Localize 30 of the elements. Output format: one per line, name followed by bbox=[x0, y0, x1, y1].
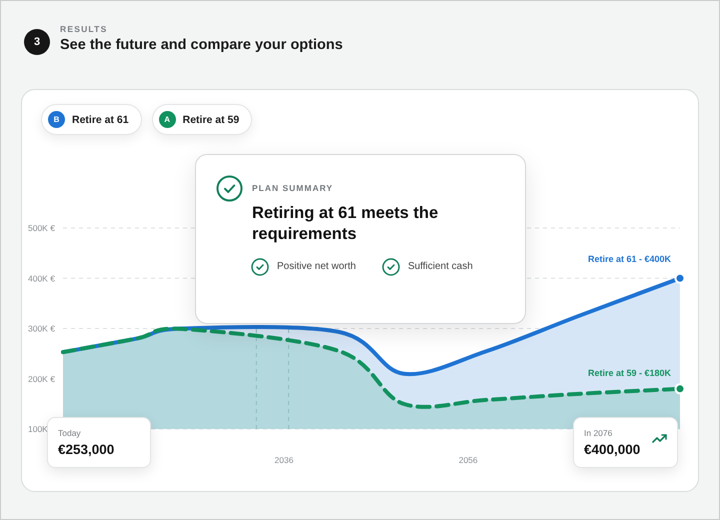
summary-title: Retiring at 61 meets the requirements bbox=[252, 203, 440, 246]
check-circle-icon bbox=[382, 258, 400, 276]
series-end-label: Retire at 61 - €400K bbox=[588, 254, 671, 264]
check-label: Positive net worth bbox=[277, 261, 356, 272]
y-axis-label: 300K € bbox=[28, 324, 55, 334]
y-axis-label: 200K € bbox=[28, 374, 55, 384]
x-axis-label: 2056 bbox=[458, 455, 478, 465]
y-axis-label: 500K € bbox=[28, 223, 55, 233]
y-axis-label: 400K € bbox=[28, 273, 55, 284]
summary-eyebrow: PLAN SUMMARY bbox=[252, 183, 334, 193]
series-end-label: Retire at 59 - €180K bbox=[588, 368, 671, 378]
step-number: 3 bbox=[24, 29, 50, 55]
x-axis-label: 2036 bbox=[274, 455, 294, 465]
legend-chip[interactable]: B Retire at 61 bbox=[41, 104, 142, 135]
value-amount: €253,000 bbox=[58, 442, 116, 457]
end-point bbox=[674, 383, 686, 394]
legend-badge: A bbox=[158, 111, 176, 128]
check-circle-icon bbox=[216, 175, 243, 202]
value-amount: €400,000 bbox=[584, 442, 642, 457]
legend-chip[interactable]: A Retire at 59 bbox=[152, 104, 252, 135]
trend-up-icon bbox=[652, 434, 668, 444]
step-eyebrow: RESULTS bbox=[60, 24, 108, 34]
y-axis-label: 100K bbox=[28, 424, 48, 434]
check-label: Sufficient cash bbox=[408, 261, 473, 272]
legend-badge: B bbox=[48, 111, 65, 128]
value-label: Today bbox=[58, 428, 82, 438]
step-title: See the future and compare your options bbox=[60, 36, 343, 52]
end-point bbox=[674, 272, 686, 284]
value-label: In 2076 bbox=[584, 428, 614, 438]
check-circle-icon bbox=[251, 258, 269, 276]
